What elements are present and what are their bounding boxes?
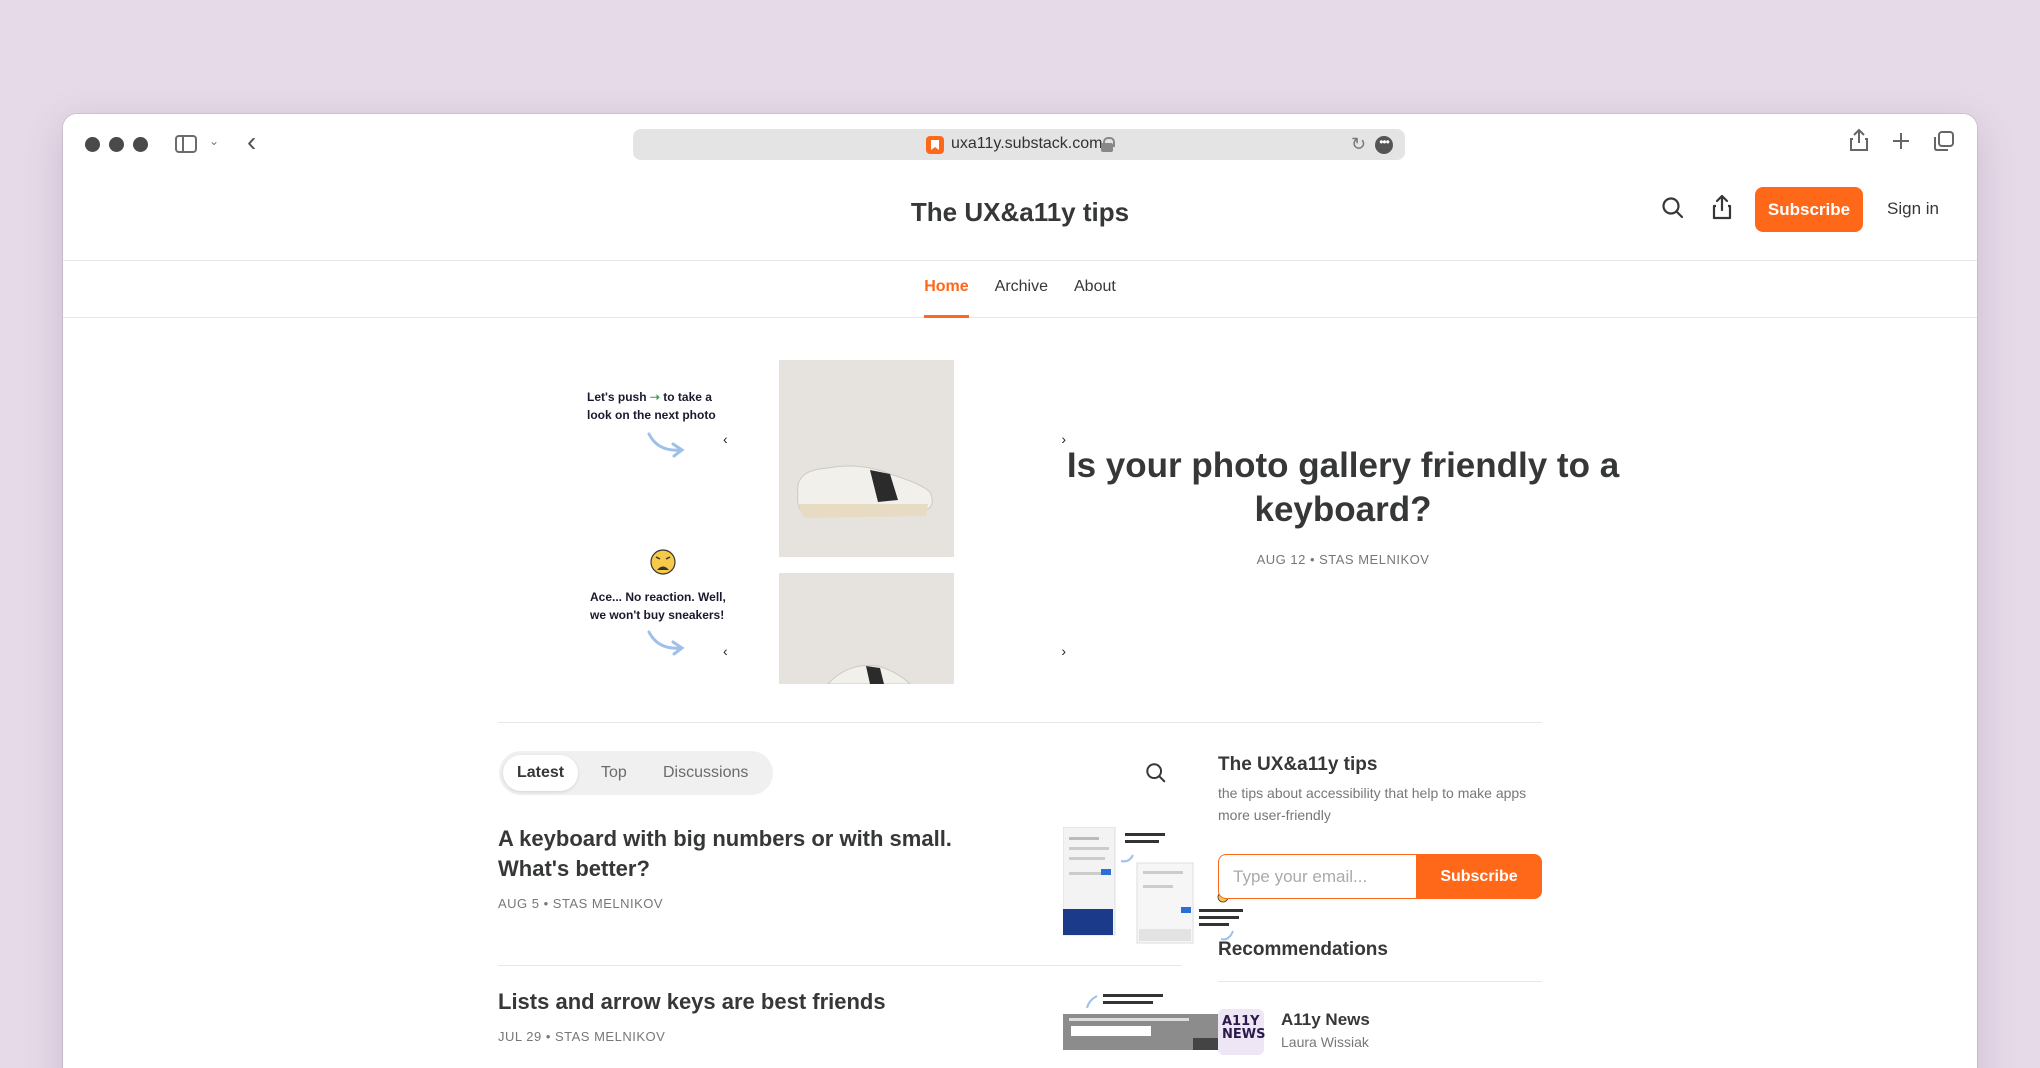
zoom-window-button[interactable] [133,137,148,152]
email-input[interactable] [1218,854,1418,899]
hero-caption-top-3: look on the next photo [587,408,716,422]
reload-icon[interactable]: ↻ [1351,134,1366,155]
chevron-down-icon[interactable]: ⌄ [209,134,219,148]
sneaker-photo-1 [779,360,954,557]
face-emoji-icon [650,549,676,575]
post-title[interactable]: A keyboard with big numbers or with smal… [498,824,978,884]
nav-item-about[interactable]: About [1061,261,1129,318]
recommendations-divider [1218,981,1542,982]
substack-favicon-icon [926,136,944,154]
hero-caption-bottom-2: we won't buy sneakers! [589,608,724,622]
recommendation-author: Laura Wissiak [1281,1034,1369,1050]
minimize-window-button[interactable] [109,137,124,152]
tab-latest[interactable]: Latest [503,755,579,791]
hero-post-meta: AUG 12 • STAS MELNIKOV [1256,552,1430,567]
close-window-button[interactable] [85,137,100,152]
sidebar-description: the tips about accessibility that help t… [1218,785,1527,823]
browser-toolbar: ⌄ ‹ uxa11y.substack.com ↻ ••• [63,114,1977,173]
gallery-prev-arrow: ‹ [723,643,728,659]
site-title[interactable]: The UX&a11y tips [63,197,1977,228]
sidebar-subscribe-button[interactable]: Subscribe [1416,854,1542,899]
lock-icon [1101,137,1115,152]
address-url: uxa11y.substack.com [951,135,1103,152]
share-icon[interactable] [1711,194,1733,220]
new-tab-icon[interactable] [1891,131,1911,151]
tab-overview-icon[interactable] [1933,130,1955,152]
site-header: The UX&a11y tips Subscribe Sign in [63,173,1977,261]
gallery-next-arrow: › [1061,643,1066,659]
section-divider [498,722,1542,723]
more-options-icon[interactable]: ••• [1375,136,1393,154]
sign-in-link[interactable]: Sign in [1887,199,1939,219]
nav-item-archive[interactable]: Archive [982,261,1061,318]
recommendation-logo[interactable]: A11Y NEWS [1218,1009,1265,1055]
post-separator [498,965,1181,966]
hero-caption-top-1: Let's push [587,390,647,404]
hero-caption-bottom-1: Ace... No reaction. Well, [590,590,726,604]
search-icon[interactable] [1145,762,1167,784]
post-title[interactable]: Lists and arrow keys are best friends [498,987,978,1017]
browser-window: ⌄ ‹ uxa11y.substack.com ↻ ••• The UX&a11… [63,114,1977,1068]
sidebar-publication-title: The UX&a11y tips [1218,754,1378,775]
hero-image[interactable]: Let's push ➝ to take a look on the next … [498,344,1068,684]
arrow-right-icon: ➝ [650,390,663,404]
search-icon[interactable] [1661,196,1685,220]
back-arrow-icon[interactable]: ‹ [247,128,256,156]
address-bar[interactable]: uxa11y.substack.com ↻ ••• [633,129,1405,160]
nav-item-home[interactable]: Home [911,261,981,318]
site-nav: Home Archive About [63,261,1977,318]
header-subscribe-button[interactable]: Subscribe [1755,187,1863,232]
sidebar-toggle-icon[interactable] [175,135,197,153]
recommendation-name[interactable]: A11y News [1281,1010,1370,1030]
tab-top[interactable]: Top [587,755,641,791]
recommendations-title: Recommendations [1218,939,1388,960]
window-controls [85,137,148,152]
tab-discussions[interactable]: Discussions [649,755,762,791]
hero-post-title[interactable]: Is your photo gallery friendly to a keyb… [1063,444,1623,532]
hero-caption-top-2: to take a [663,390,712,404]
svg-text:Let's push ➝ to: Let's push ➝ to take a [587,390,712,404]
share-icon[interactable] [1849,128,1869,152]
post-filter-tabs: Latest Top Discussions [499,751,773,795]
gallery-prev-arrow: ‹ [723,431,728,447]
